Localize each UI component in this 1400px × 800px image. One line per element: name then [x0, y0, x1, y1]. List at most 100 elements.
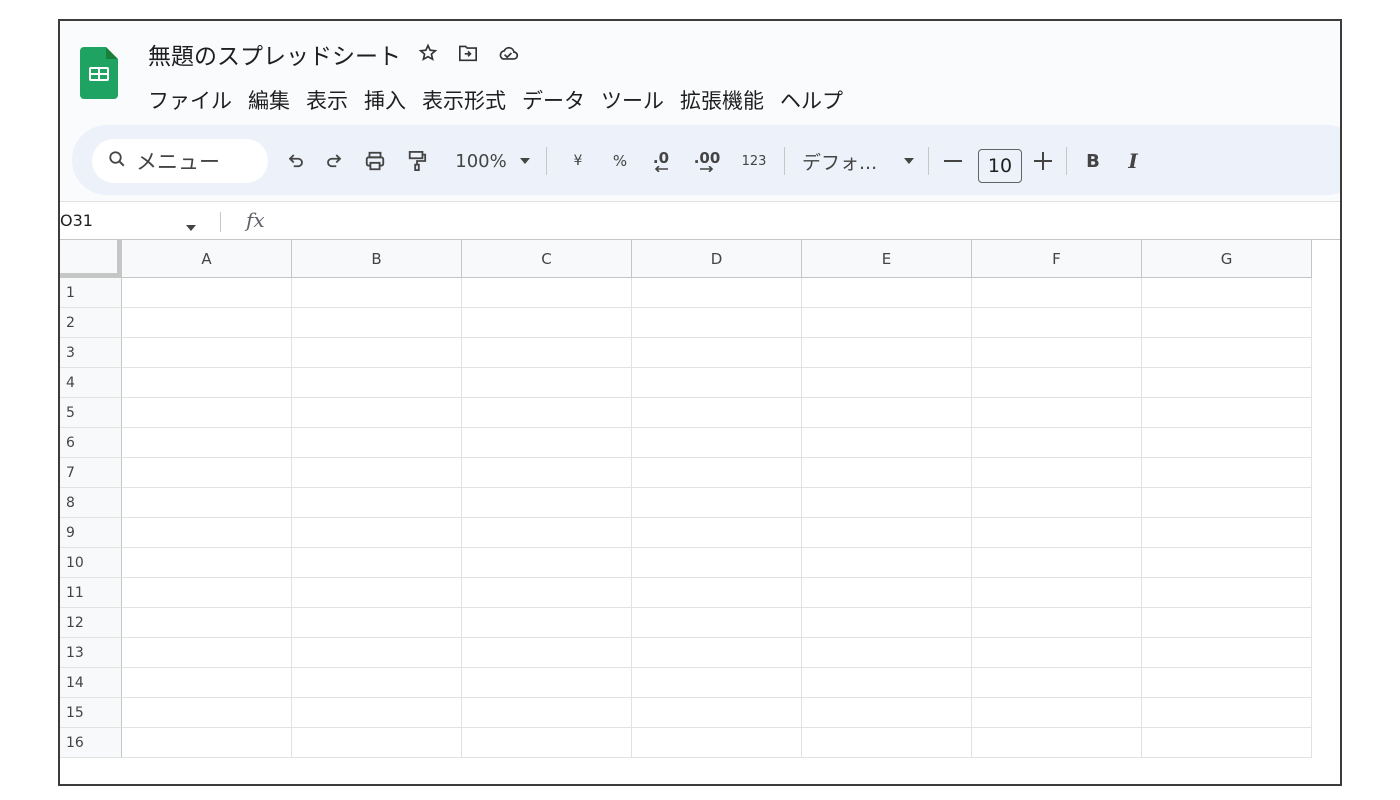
cell[interactable]	[802, 428, 972, 458]
cell[interactable]	[462, 338, 632, 368]
row-header-15[interactable]: 15	[60, 698, 122, 728]
cell[interactable]	[802, 668, 972, 698]
cell[interactable]	[632, 338, 802, 368]
cell[interactable]	[632, 698, 802, 728]
cell[interactable]	[1142, 608, 1312, 638]
cell[interactable]	[632, 458, 802, 488]
cell[interactable]	[292, 278, 462, 308]
cell[interactable]	[292, 608, 462, 638]
row-header-12[interactable]: 12	[60, 608, 122, 638]
cell[interactable]	[802, 728, 972, 758]
cell[interactable]	[292, 458, 462, 488]
increase-decimal-button[interactable]: .00	[688, 139, 726, 183]
row-header-16[interactable]: 16	[60, 728, 122, 758]
cell[interactable]	[462, 398, 632, 428]
cell[interactable]	[802, 518, 972, 548]
chevron-down-icon[interactable]	[900, 139, 918, 183]
cell[interactable]	[632, 578, 802, 608]
menu-tools[interactable]: ツール	[601, 85, 672, 115]
bold-button[interactable]: B	[1078, 139, 1108, 183]
cell[interactable]	[462, 488, 632, 518]
cell[interactable]	[122, 338, 292, 368]
cloud-saved-icon[interactable]	[496, 41, 520, 65]
cell[interactable]	[462, 458, 632, 488]
cell[interactable]	[462, 728, 632, 758]
cell[interactable]	[972, 698, 1142, 728]
percent-format-button[interactable]: %	[606, 139, 634, 183]
cell[interactable]	[292, 398, 462, 428]
row-header-7[interactable]: 7	[60, 458, 122, 488]
sheets-logo-icon[interactable]	[80, 47, 118, 99]
undo-icon[interactable]	[280, 139, 312, 183]
cell[interactable]	[802, 608, 972, 638]
menu-view[interactable]: 表示	[306, 85, 356, 115]
cell[interactable]	[122, 458, 292, 488]
cell[interactable]	[1142, 518, 1312, 548]
cell[interactable]	[122, 578, 292, 608]
row-header-10[interactable]: 10	[60, 548, 122, 578]
menu-search-button[interactable]: メニュー	[92, 139, 268, 183]
cell[interactable]	[972, 398, 1142, 428]
cell[interactable]	[462, 698, 632, 728]
cell[interactable]	[292, 548, 462, 578]
column-header-f[interactable]: F	[972, 240, 1142, 278]
cell[interactable]	[122, 698, 292, 728]
cell[interactable]	[462, 428, 632, 458]
cell[interactable]	[972, 428, 1142, 458]
cell[interactable]	[972, 518, 1142, 548]
cell[interactable]	[802, 548, 972, 578]
more-formats-button[interactable]: 123	[734, 139, 774, 183]
cell[interactable]	[632, 278, 802, 308]
cell[interactable]	[122, 278, 292, 308]
cell[interactable]	[122, 638, 292, 668]
cell[interactable]	[972, 488, 1142, 518]
paint-format-icon[interactable]	[400, 139, 434, 183]
cell[interactable]	[462, 578, 632, 608]
row-header-2[interactable]: 2	[60, 308, 122, 338]
row-header-4[interactable]: 4	[60, 368, 122, 398]
menu-file[interactable]: ファイル	[148, 85, 240, 115]
column-header-e[interactable]: E	[802, 240, 972, 278]
cell[interactable]	[632, 488, 802, 518]
currency-format-button[interactable]: ¥	[564, 139, 592, 183]
cell[interactable]	[632, 638, 802, 668]
row-header-5[interactable]: 5	[60, 398, 122, 428]
cell[interactable]	[1142, 728, 1312, 758]
cell[interactable]	[1142, 488, 1312, 518]
cell[interactable]	[802, 638, 972, 668]
row-header-13[interactable]: 13	[60, 638, 122, 668]
cell[interactable]	[802, 578, 972, 608]
cell[interactable]	[802, 308, 972, 338]
cell[interactable]	[802, 368, 972, 398]
cell[interactable]	[972, 728, 1142, 758]
cell[interactable]	[1142, 548, 1312, 578]
cell[interactable]	[632, 368, 802, 398]
star-icon[interactable]	[416, 41, 440, 65]
cell[interactable]	[802, 698, 972, 728]
name-box[interactable]: O31	[60, 211, 93, 230]
menu-extensions[interactable]: 拡張機能	[680, 85, 772, 115]
chevron-down-icon[interactable]	[516, 139, 534, 183]
cell[interactable]	[1142, 398, 1312, 428]
cell[interactable]	[462, 548, 632, 578]
cell[interactable]	[802, 488, 972, 518]
menu-insert[interactable]: 挿入	[364, 85, 414, 115]
zoom-select[interactable]: 100%	[448, 139, 514, 183]
cell[interactable]	[972, 548, 1142, 578]
cell[interactable]	[632, 728, 802, 758]
chevron-down-icon[interactable]	[186, 216, 196, 235]
cell[interactable]	[462, 308, 632, 338]
cell[interactable]	[972, 338, 1142, 368]
cell[interactable]	[122, 308, 292, 338]
cell[interactable]	[122, 488, 292, 518]
cell[interactable]	[972, 308, 1142, 338]
row-header-14[interactable]: 14	[60, 668, 122, 698]
cell[interactable]	[802, 398, 972, 428]
cell[interactable]	[1142, 698, 1312, 728]
document-title[interactable]: 無題のスプレッドシート	[148, 37, 401, 71]
column-header-b[interactable]: B	[292, 240, 462, 278]
column-header-d[interactable]: D	[632, 240, 802, 278]
font-family-select[interactable]: デフォ...	[796, 139, 906, 183]
row-header-6[interactable]: 6	[60, 428, 122, 458]
cell[interactable]	[972, 578, 1142, 608]
